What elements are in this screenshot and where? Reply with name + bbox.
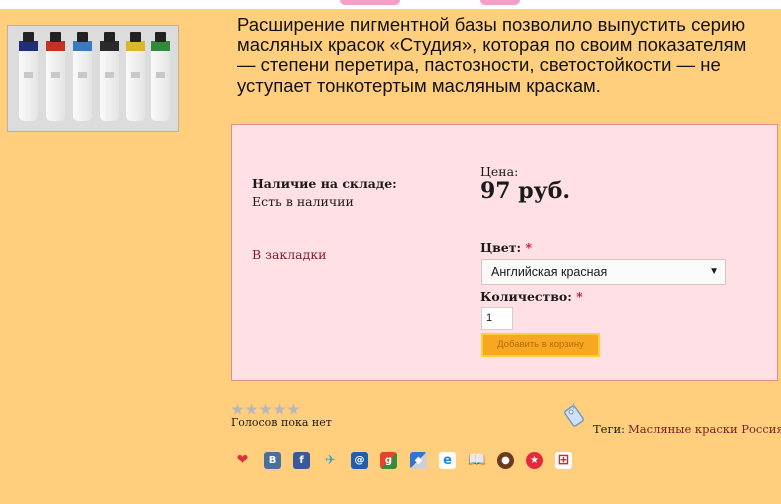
google-icon[interactable]: g <box>380 452 397 469</box>
quantity-label-text: Количество: <box>480 289 572 304</box>
color-select-value: Английская красная <box>491 265 608 279</box>
grid-icon[interactable]: ⊞ <box>555 452 572 469</box>
paint-tube <box>126 32 145 122</box>
required-mark: * <box>576 289 583 304</box>
tag-link[interactable]: Масляные краски Россия <box>628 422 781 436</box>
quantity-label: Количество: * <box>480 289 583 304</box>
star-bookmark-icon[interactable]: ★ <box>526 452 543 469</box>
star-icon[interactable] <box>231 403 244 415</box>
price-label: Цена: <box>480 164 519 179</box>
twitter-icon[interactable]: ✈ <box>322 452 339 469</box>
votes-text: Голосов пока нет <box>231 416 332 429</box>
star-icon[interactable] <box>259 403 272 415</box>
bookmarks-book-icon[interactable]: 📖 <box>468 452 485 469</box>
star-icon[interactable] <box>287 403 300 415</box>
color-label: Цвет: * <box>480 240 532 255</box>
price-value: 97 руб. <box>480 178 571 204</box>
paint-tube <box>100 32 119 122</box>
stock-value: Есть в наличии <box>252 194 354 209</box>
paint-tube <box>151 32 170 122</box>
add-to-cart-button[interactable]: Добавить в корзину <box>481 333 600 357</box>
header-decoration <box>340 0 400 5</box>
star-icon[interactable] <box>245 403 258 415</box>
heart-bookmark-icon[interactable]: ❤ <box>234 452 251 469</box>
ie-favorites-icon[interactable]: e <box>439 452 456 469</box>
rating-stars[interactable] <box>231 401 301 416</box>
required-mark: * <box>525 240 532 255</box>
dropdown-arrow-icon: ▼ <box>709 266 719 277</box>
paint-tube <box>73 32 92 122</box>
vk-icon[interactable]: В <box>264 452 281 469</box>
tags-label: Теги: <box>593 422 626 436</box>
product-image[interactable] <box>7 25 179 132</box>
myworld-icon[interactable]: @ <box>351 452 368 469</box>
color-label-text: Цвет: <box>480 240 522 255</box>
paint-tube <box>46 32 65 122</box>
delicious-icon[interactable]: ◆ <box>410 452 427 469</box>
header-decoration <box>480 0 520 5</box>
quantity-input[interactable]: 1 <box>481 307 513 330</box>
paint-tube <box>19 32 38 122</box>
order-panel: Наличие на складе: Есть в наличии В закл… <box>231 124 778 381</box>
bookmark-link[interactable]: В закладки <box>252 247 326 262</box>
color-select[interactable]: Английская красная ▼ <box>481 259 726 285</box>
moikrug-icon[interactable]: ● <box>497 452 514 469</box>
tag-icon <box>564 402 584 427</box>
star-icon[interactable] <box>273 403 286 415</box>
stock-label: Наличие на складе: <box>252 176 397 191</box>
product-description: Расширение пигментной базы позволило вып… <box>237 14 747 96</box>
header-strip <box>0 0 781 9</box>
facebook-icon[interactable]: f <box>293 452 310 469</box>
